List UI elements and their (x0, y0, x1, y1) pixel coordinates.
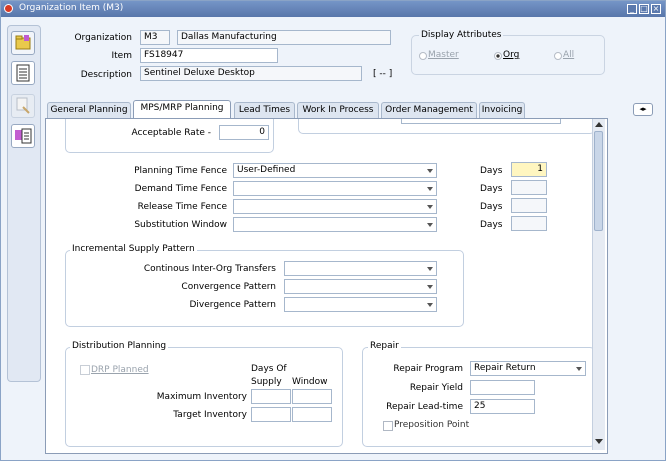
repair-program-label: Repair Program (393, 364, 463, 374)
vertical-scrollbar[interactable] (592, 119, 605, 450)
chevron-down-icon (427, 187, 433, 191)
repair-title: Repair (368, 341, 401, 351)
planning-time-fence-value: User-Defined (237, 165, 296, 175)
repair-yield-field[interactable] (470, 380, 535, 395)
days-of-label: Days Of (251, 364, 287, 374)
planning-days-label: Days (480, 166, 503, 176)
chevron-down-icon (427, 303, 433, 307)
max-inventory-window-field[interactable] (292, 389, 332, 404)
window-title: Organization Item (M3) (19, 3, 124, 13)
description-label: Description (80, 70, 132, 80)
descriptive-flexfield-button[interactable]: [ -- ] (373, 69, 392, 79)
incremental-supply-title: Incremental Supply Pattern (70, 244, 197, 254)
title-bar: Organization Item (M3) _ □ × (1, 1, 665, 17)
substitution-window-select[interactable] (233, 217, 437, 232)
repair-lead-time-field[interactable]: 25 (470, 399, 535, 414)
preposition-point-checkbox[interactable] (383, 421, 393, 431)
all-radio[interactable] (554, 52, 562, 60)
drp-planned-label: DRP Planned (91, 365, 149, 375)
divergence-pattern-label: Divergence Pattern (189, 300, 276, 310)
item-field[interactable]: FS18947 (140, 48, 278, 63)
tab-lead-times[interactable]: Lead Times (234, 102, 295, 118)
chevron-down-icon (427, 223, 433, 227)
chevron-down-icon (427, 285, 433, 289)
convergence-pattern-label: Convergence Pattern (181, 282, 276, 292)
supply-label: Supply (251, 377, 282, 387)
inter-org-transfers-label: Continous Inter-Org Transfers (143, 264, 276, 274)
scroll-up-icon[interactable] (595, 122, 603, 127)
upper-right-field[interactable] (401, 119, 561, 124)
chevron-down-icon (427, 267, 433, 271)
master-radio-label: Master (428, 50, 459, 60)
maximize-icon[interactable]: □ (639, 4, 649, 14)
left-toolbar (7, 25, 41, 382)
divergence-pattern-select[interactable] (284, 297, 437, 312)
preposition-point-label: Preposition Point (394, 420, 470, 430)
chevron-down-icon (427, 205, 433, 209)
repair-program-value: Repair Return (474, 363, 536, 373)
tab-mps-mrp-planning[interactable]: MPS/MRP Planning (133, 100, 231, 118)
close-icon[interactable]: × (651, 4, 661, 14)
release-time-fence-select[interactable] (233, 199, 437, 214)
acceptable-rate-label: Acceptable Rate - (131, 128, 211, 138)
scrollbar-thumb[interactable] (594, 131, 603, 231)
chevron-down-icon (427, 169, 433, 173)
repair-program-select[interactable]: Repair Return (470, 361, 586, 376)
catalog-icon[interactable] (11, 124, 35, 148)
inter-org-transfers-select[interactable] (284, 261, 437, 276)
tab-scroll-arrows-icon[interactable]: ◂▸ (633, 103, 653, 116)
repair-yield-label: Repair Yield (409, 383, 463, 393)
organization-label: Organization (74, 33, 132, 43)
repair-lead-time-label: Repair Lead-time (386, 402, 463, 412)
demand-time-fence-label: Demand Time Fence (134, 184, 227, 194)
demand-time-fence-days-field[interactable] (511, 180, 547, 195)
acceptable-rate-field[interactable]: 0 (219, 125, 269, 140)
window-label: Window (292, 377, 328, 387)
org-radio-label: Org (503, 50, 520, 60)
tab-order-management[interactable]: Order Management (381, 102, 477, 118)
oracle-app-icon (4, 4, 13, 13)
planning-time-fence-select[interactable]: User-Defined (233, 163, 437, 178)
planning-time-fence-days-field[interactable]: 1 (511, 162, 547, 177)
release-days-label: Days (480, 202, 503, 212)
chevron-down-icon (576, 367, 582, 371)
max-inventory-supply-field[interactable] (251, 389, 291, 404)
release-time-fence-days-field[interactable] (511, 198, 547, 213)
substitution-window-label: Substitution Window (134, 220, 227, 230)
master-radio[interactable] (419, 52, 427, 60)
item-label: Item (111, 51, 133, 61)
substitution-window-days-field[interactable] (511, 216, 547, 231)
drp-planned-checkbox[interactable] (80, 365, 90, 375)
tab-invoicing[interactable]: Invoicing (479, 102, 525, 118)
org-radio[interactable] (494, 52, 502, 60)
scroll-down-icon[interactable] (595, 439, 603, 444)
maximum-inventory-label: Maximum Inventory (156, 392, 247, 402)
target-inventory-supply-field[interactable] (251, 407, 291, 422)
description-field[interactable]: Sentinel Deluxe Desktop (140, 66, 362, 81)
organization-code-field[interactable]: M3 (140, 30, 170, 45)
list-icon[interactable] (11, 61, 35, 85)
tab-work-in-process[interactable]: Work In Process (297, 102, 379, 118)
convergence-pattern-select[interactable] (284, 279, 437, 294)
demand-days-label: Days (480, 184, 503, 194)
distribution-planning-title: Distribution Planning (70, 341, 169, 351)
folder-icon[interactable] (11, 31, 35, 55)
demand-time-fence-select[interactable] (233, 181, 437, 196)
planning-time-fence-label: Planning Time Fence (134, 166, 227, 176)
minimize-icon[interactable]: _ (627, 4, 637, 14)
organization-name-field[interactable]: Dallas Manufacturing (177, 30, 391, 45)
mps-mrp-planning-panel: Acceptable Rate - 0 Planning Time Fence … (45, 118, 608, 454)
tab-general-planning[interactable]: General Planning (47, 102, 131, 118)
substitution-days-label: Days (480, 220, 503, 230)
attachment-icon (11, 94, 35, 118)
target-inventory-window-field[interactable] (292, 407, 332, 422)
target-inventory-label: Target Inventory (173, 410, 247, 420)
organization-item-window: Organization Item (M3) _ □ × Organizatio… (0, 0, 666, 461)
display-attributes-title: Display Attributes (419, 30, 504, 40)
all-radio-label: All (563, 50, 575, 60)
release-time-fence-label: Release Time Fence (137, 202, 227, 212)
